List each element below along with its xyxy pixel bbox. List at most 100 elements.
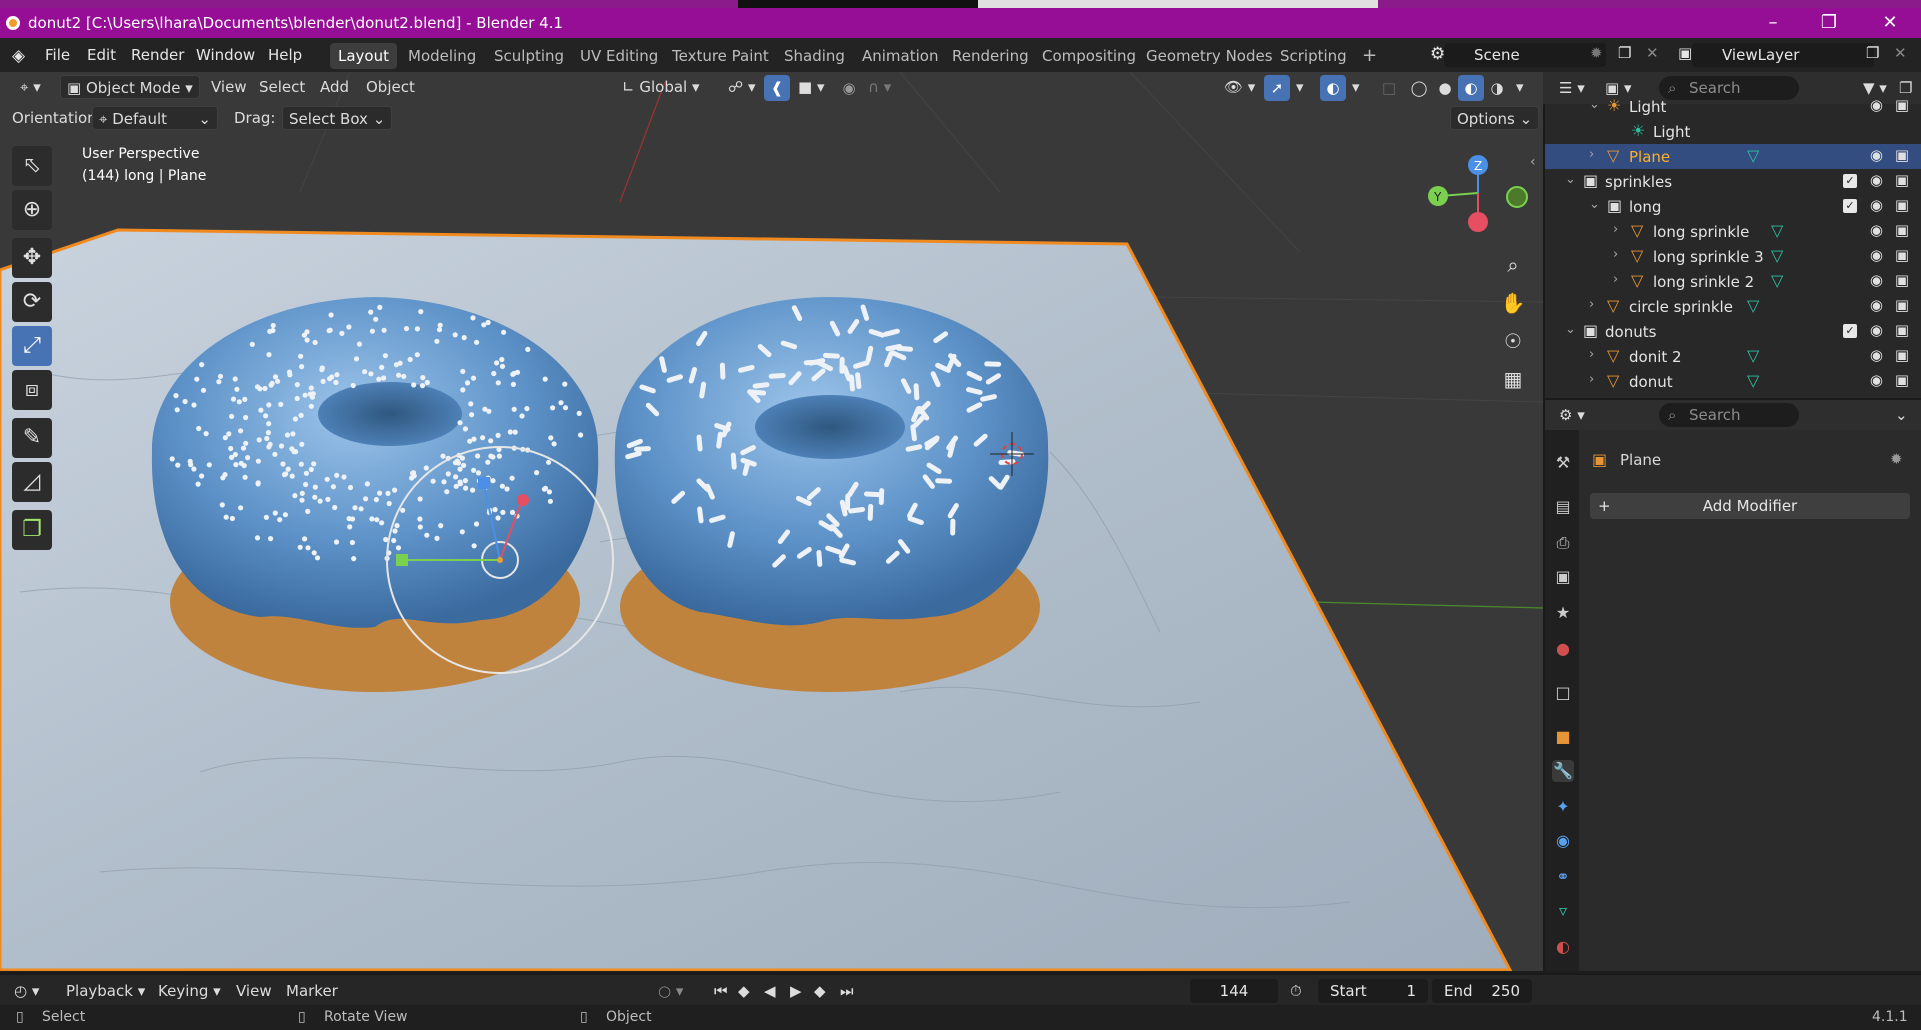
xray-toggle-icon[interactable]: □ (1376, 75, 1402, 101)
solid-shading-icon[interactable]: ● (1432, 75, 1458, 101)
eye-icon[interactable]: ◉ (1870, 321, 1883, 339)
menu-window[interactable]: Window (196, 46, 255, 64)
properties-editor-type-icon[interactable]: ⚙ ▾ (1553, 403, 1591, 427)
tab-layout[interactable]: Layout (330, 43, 397, 69)
timeline-editor-type-icon[interactable]: ◴ ▾ (14, 982, 39, 1000)
mesh-data-icon[interactable]: ▽ (1771, 271, 1783, 290)
tab-animation[interactable]: Animation (854, 43, 946, 69)
donut-left[interactable] (151, 297, 599, 692)
restore-icon[interactable]: ❐ (1801, 8, 1857, 38)
current-frame-field[interactable]: 144 (1190, 979, 1278, 1003)
auto-keying-icon[interactable]: ○ ▾ (658, 982, 683, 1000)
3d-viewport[interactable]: Z Y (0, 72, 1543, 971)
scene-selector-icon[interactable]: ⚙ (1430, 44, 1445, 64)
transform-orientation-dropdown[interactable]: ∟ Global ▾ (616, 75, 706, 99)
view-layer-icon[interactable]: ▣ (1678, 44, 1692, 62)
tab-geometry-nodes[interactable]: Geometry Nodes (1138, 43, 1281, 69)
eye-icon[interactable]: ◉ (1870, 171, 1883, 189)
expand-chevron-right-icon[interactable]: › (1613, 247, 1618, 262)
play-icon[interactable]: ▶ (790, 982, 802, 1000)
menu-render[interactable]: Render (131, 46, 184, 64)
outliner-row[interactable]: › ▽ circle sprinkle ▽ ◉ ▣ (1545, 294, 1921, 319)
end-frame-field[interactable]: End 250 (1432, 979, 1532, 1003)
tab-uv-editing[interactable]: UV Editing (572, 43, 666, 69)
menu-object[interactable]: Object (360, 75, 421, 99)
options-dropdown[interactable]: Options ⌄ (1450, 106, 1540, 130)
camera-icon[interactable]: ▣ (1895, 271, 1909, 289)
pivot-point-icon[interactable]: ☍ ▾ (722, 75, 762, 99)
outliner-row[interactable]: ⌄ ▣ sprinkles ✓ ◉ ▣ (1545, 169, 1921, 194)
overlays-toggle-icon[interactable]: ◐ (1320, 75, 1346, 101)
pan-hand-icon[interactable]: ✋ (1496, 286, 1530, 320)
wireframe-shading-icon[interactable]: ◯ (1406, 75, 1432, 101)
measure-tool-icon[interactable]: ◿ (12, 462, 52, 502)
select-box-tool-icon[interactable]: ⬁ (12, 146, 52, 186)
menu-view[interactable]: View (205, 75, 253, 99)
properties-search-input[interactable]: ⌕ Search (1659, 403, 1799, 427)
exclude-checkbox[interactable]: ✓ (1843, 324, 1857, 338)
outliner-row[interactable]: › ▽ long sprinkle ▽ ◉ ▣ (1545, 219, 1921, 244)
physics-tab-icon[interactable]: ◉ (1552, 830, 1574, 852)
delete-scene-icon[interactable]: ✕ (1646, 44, 1659, 62)
snap-toggle-icon[interactable]: ❰ (764, 75, 790, 101)
drag-dropdown[interactable]: Select Box ⌄ (282, 106, 393, 130)
tab-sculpting[interactable]: Sculpting (486, 43, 572, 69)
exclude-checkbox[interactable]: ✓ (1843, 174, 1857, 188)
outliner-row[interactable]: ⌄ ☀ Light ◉ ▣ (1545, 94, 1921, 119)
tab-shading[interactable]: Shading (776, 43, 853, 69)
menu-keying[interactable]: Keying ▾ (158, 982, 221, 1000)
eye-icon[interactable]: ◉ (1870, 371, 1883, 389)
eye-icon[interactable]: ◉ (1870, 246, 1883, 264)
expand-chevron-right-icon[interactable]: › (1613, 222, 1618, 237)
eye-icon[interactable]: ◉ (1870, 346, 1883, 364)
exclude-checkbox[interactable]: ✓ (1843, 199, 1857, 213)
tool-tab-icon[interactable]: ⚒ (1552, 452, 1574, 474)
view-layer-field[interactable]: ViewLayer (1692, 43, 1874, 67)
outliner-row[interactable]: ☀ Light (1545, 119, 1921, 144)
eye-icon[interactable]: ◉ (1870, 146, 1883, 164)
camera-icon[interactable]: ▣ (1895, 221, 1909, 239)
gizmo-toggle-icon[interactable]: ➚ (1264, 75, 1290, 101)
next-keyframe-icon[interactable]: ◆ (814, 982, 826, 1000)
mode-dropdown[interactable]: ▣ Object Mode ▾ (60, 75, 200, 99)
tab-rendering[interactable]: Rendering (944, 43, 1037, 69)
camera-icon[interactable]: ▣ (1895, 196, 1909, 214)
orientation-dropdown[interactable]: ⌖ Default ⌄ (92, 106, 218, 130)
start-frame-field[interactable]: Start 1 (1318, 979, 1428, 1003)
scale-tool-icon[interactable]: ⤢ (12, 326, 52, 366)
rotate-tool-icon[interactable]: ⟳ (12, 282, 52, 322)
mesh-data-icon[interactable]: ▽ (1747, 146, 1759, 165)
outliner-row[interactable]: › ▽ donut ▽ ◉ ▣ (1545, 369, 1921, 394)
pin-icon[interactable]: ✹ (1890, 450, 1903, 468)
menu-marker[interactable]: Marker (286, 982, 338, 1000)
annotate-tool-icon[interactable]: ✎ (12, 418, 52, 458)
prev-keyframe-icon[interactable]: ◆ (738, 982, 750, 1000)
camera-view-icon[interactable]: ☉ (1496, 324, 1530, 358)
cursor-tool-icon[interactable]: ⊕ (12, 190, 52, 230)
menu-help[interactable]: Help (268, 46, 302, 64)
delete-view-layer-icon[interactable]: ✕ (1894, 44, 1907, 62)
expand-chevron-right-icon[interactable]: › (1589, 347, 1594, 362)
new-scene-icon[interactable]: ❐ (1618, 44, 1631, 62)
outliner-row[interactable]: ⌄ ▣ donuts ✓ ◉ ▣ (1545, 319, 1921, 344)
menu-select[interactable]: Select (253, 75, 311, 99)
pin-icon[interactable]: ✹ (1590, 44, 1603, 62)
expand-chevron-down-icon[interactable]: ⌄ (1565, 172, 1576, 187)
minimize-icon[interactable]: – (1745, 8, 1801, 38)
window-title-bar[interactable]: donut2 [C:\Users\lhara\Documents\blender… (0, 8, 1921, 38)
expand-chevron-down-icon[interactable]: ⌄ (1565, 322, 1576, 337)
outliner-row[interactable]: › ▽ long srinkle 2 ▽ ◉ ▣ (1545, 269, 1921, 294)
world-tab-icon[interactable]: ● (1552, 638, 1574, 660)
expand-chevron-right-icon[interactable]: › (1613, 272, 1618, 287)
proportional-edit-icon[interactable]: ◉ (836, 75, 862, 101)
transform-tool-icon[interactable]: ⧈ (12, 370, 52, 410)
outliner-row[interactable]: › ▽ long sprinkle 3 ▽ ◉ ▣ (1545, 244, 1921, 269)
add-modifier-button[interactable]: + Add Modifier (1590, 493, 1910, 519)
mesh-data-icon[interactable]: ▽ (1747, 371, 1759, 390)
expand-chevron-right-icon[interactable]: › (1589, 297, 1594, 312)
menu-playback[interactable]: Playback ▾ (66, 982, 145, 1000)
mesh-data-icon[interactable]: ▽ (1747, 346, 1759, 365)
sidebar-toggle-chevron-icon[interactable]: ‹ (1530, 154, 1536, 170)
particles-tab-icon[interactable]: ✦ (1552, 796, 1574, 818)
menu-file[interactable]: File (45, 46, 70, 64)
